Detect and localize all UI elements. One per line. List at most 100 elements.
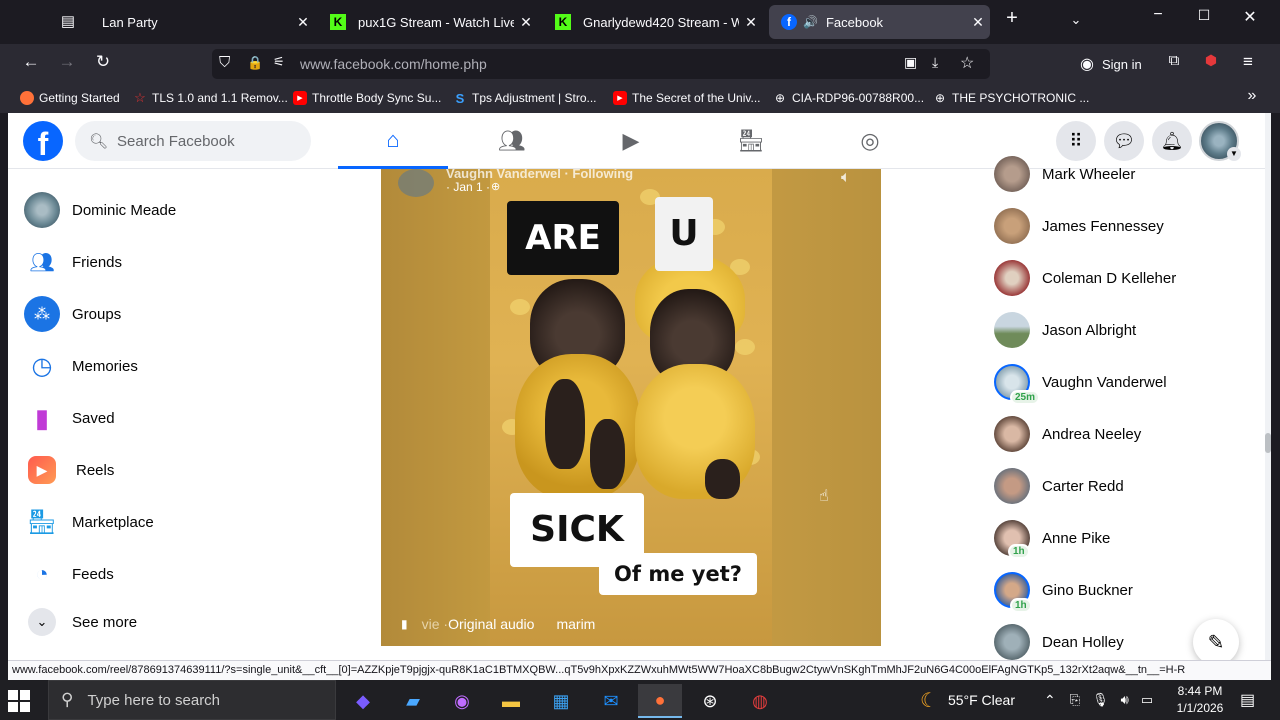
weather-widget[interactable]: ☾ 55°F Clear — [920, 680, 1015, 720]
network-icon[interactable]: ⎘ — [1070, 692, 1080, 708]
facebook-search-input[interactable]: 🔍︎ Search Facebook — [75, 121, 311, 161]
back-icon[interactable]: ← — [19, 52, 43, 72]
extensions-icon[interactable]: ⧉ — [1162, 52, 1186, 69]
permissions-icon[interactable]: ⚟ — [273, 54, 285, 70]
link-status-url: www.facebook.com/reel/878691374639111/?s… — [8, 660, 1271, 680]
steam-icon[interactable]: ⊛ — [688, 684, 732, 718]
bookmark-cia-rdp[interactable]: ⊕ CIA-RDP96-00788R00... — [773, 91, 924, 105]
more-bookmarks-icon[interactable]: » — [1240, 87, 1264, 105]
chat-app-icon[interactable]: ◉ — [440, 684, 484, 718]
contact-item[interactable]: Jason Albright — [991, 304, 1251, 356]
bookmark-tps-adjustment[interactable]: S Tps Adjustment | Stro... — [453, 91, 597, 106]
nav-video[interactable]: ▶ — [576, 113, 686, 169]
outlook-icon[interactable]: ✉ — [589, 684, 633, 718]
contact-avatar: 1h — [994, 572, 1032, 613]
close-tab-icon[interactable]: ✕ — [739, 14, 763, 31]
contact-item[interactable]: 1h Gino Buckner — [991, 564, 1251, 616]
contact-item[interactable]: Andrea Neeley — [991, 408, 1251, 460]
nav-marketplace[interactable]: 🏪︎ — [696, 113, 806, 169]
left-nav-saved[interactable]: ▮ Saved — [16, 392, 336, 444]
sign-in-button[interactable]: ◉ Sign in — [1080, 51, 1142, 77]
volume-icon[interactable]: 🔊︎ — [1121, 692, 1129, 708]
left-nav-friends[interactable]: 👥︎ Friends — [16, 236, 336, 288]
scrollbar-thumb[interactable] — [1265, 433, 1271, 453]
reader-view-icon[interactable]: ▣ — [904, 54, 917, 71]
windows-start-icon[interactable] — [8, 690, 30, 712]
file-explorer-icon[interactable]: ▬ — [489, 684, 533, 718]
compose-icon: ✎ — [1207, 631, 1225, 654]
bookmark-psychotronic[interactable]: ⊕ THE PSYCHOTRONIC ... — [933, 91, 1089, 105]
speaker-icon[interactable]: 🔊 — [803, 15, 818, 29]
groups-icon: ◎ — [860, 128, 880, 153]
new-tab-icon[interactable]: + — [997, 7, 1027, 30]
address-bar[interactable]: ⛉ 🔒 ⚟ www.facebook.com/home.php ▣ ⤓ ☆ — [212, 49, 990, 79]
list-tabs-icon[interactable]: ⌄ — [1061, 12, 1091, 28]
nav-home[interactable]: ⌂ — [338, 113, 448, 169]
new-message-button[interactable]: ✎ — [1193, 619, 1239, 660]
chevron-up-icon[interactable]: ⌃ — [1044, 692, 1056, 709]
save-to-pocket-icon[interactable]: ⤓ — [932, 54, 938, 71]
firefox-taskbar-icon[interactable]: ● — [638, 684, 682, 718]
tab-lan-party[interactable]: Lan Party ✕ — [90, 5, 315, 39]
maximize-icon[interactable]: ☐ — [1189, 7, 1219, 24]
microsoft-store-icon[interactable]: ▦ — [539, 684, 583, 718]
reload-icon[interactable]: ↻ — [91, 52, 115, 72]
bookmark-tls[interactable]: ☆ TLS 1.0 and 1.1 Remov... — [133, 90, 288, 105]
taskbar-clock[interactable]: 8:44 PM 1/1/2026 — [1165, 683, 1235, 717]
microphone-icon[interactable]: 🎙︎ — [1092, 692, 1109, 708]
ublock-icon[interactable]: ⬢ — [1199, 52, 1223, 69]
contact-name: Mark Wheeler — [1042, 165, 1136, 183]
contact-item[interactable]: Carter Redd — [991, 460, 1251, 512]
weather-text: 55°F Clear — [947, 692, 1016, 708]
bookmark-star-icon[interactable]: ☆ — [960, 53, 974, 73]
tab-title: Facebook — [825, 14, 884, 30]
bookmark-secret-universe[interactable]: ▶ The Secret of the Univ... — [613, 91, 761, 105]
close-window-icon[interactable]: ✕ — [1235, 7, 1265, 27]
minimize-icon[interactable]: − — [1143, 6, 1173, 24]
volume-icon[interactable]: 🔈︎ — [841, 169, 851, 187]
shield-icon[interactable]: ⛉ — [219, 54, 230, 71]
bookmark-getting-started[interactable]: Getting Started — [20, 91, 120, 105]
caption-are: ARE — [507, 201, 619, 275]
forward-icon[interactable]: → — [55, 52, 79, 72]
facebook-logo[interactable]: f — [23, 121, 63, 161]
gorilla-arm-left — [545, 379, 585, 469]
tab-facebook[interactable]: f 🔊 Facebook ✕ — [769, 5, 990, 39]
tab-gnarlydewd-stream[interactable]: K Gnarlydewd420 Stream - Watch ✕ — [543, 5, 763, 39]
media-app-icon[interactable]: ◍ — [738, 684, 782, 718]
contact-item[interactable]: 25m Vaughn Vanderwel — [991, 356, 1251, 408]
post-author-avatar[interactable] — [398, 169, 434, 197]
feed-post-reel[interactable]: Vaughn Vanderwel · Following · Jan 1 · ⊕… — [381, 169, 881, 646]
contact-item[interactable]: Coleman D Kelleher — [991, 252, 1251, 304]
menu-icon[interactable]: ≡ — [1236, 52, 1260, 72]
left-nav-feeds[interactable]: ◔ Feeds — [16, 548, 336, 600]
left-nav-see-more[interactable]: ⌄ See more — [16, 596, 336, 648]
notification-center-icon[interactable]: ▤ — [1240, 680, 1255, 720]
close-tab-icon[interactable]: ✕ — [966, 14, 990, 31]
tab-manager-icon[interactable]: ▤ — [56, 12, 80, 30]
close-tab-icon[interactable]: ✕ — [514, 14, 538, 31]
nav-friends[interactable]: 👥︎ — [457, 113, 567, 169]
close-tab-icon[interactable]: ✕ — [291, 14, 315, 31]
display-icon[interactable]: ▭ — [1141, 692, 1153, 708]
left-nav-marketplace[interactable]: 🏪︎ Marketplace — [16, 496, 336, 548]
post-date[interactable]: · Jan 1 · — [446, 180, 490, 194]
left-nav-memories[interactable]: ◷ Memories — [16, 340, 336, 392]
copilot-icon[interactable]: ◆ — [341, 684, 385, 718]
bookmark-throttle-body[interactable]: ▶ Throttle Body Sync Su... — [293, 91, 441, 105]
page-scrollbar[interactable] — [1265, 113, 1271, 660]
taskbar-search-input[interactable]: ⚲ Type here to search — [48, 680, 336, 720]
reel-audio[interactable]: ▮ vie · Original audio marim — [401, 616, 595, 632]
lock-icon[interactable]: 🔒 — [247, 55, 263, 71]
contact-item[interactable]: Mark Wheeler — [991, 148, 1251, 200]
task-view-icon[interactable]: ▰ — [391, 684, 435, 718]
browser-nav-bar: ← → ↻ ⛉ 🔒 ⚟ www.facebook.com/home.php ▣ … — [0, 44, 1280, 84]
left-nav-reels[interactable]: ▶ Reels — [16, 444, 336, 496]
left-nav-profile[interactable]: Dominic Meade — [16, 184, 336, 236]
clock-date: 1/1/2026 — [1176, 701, 1224, 715]
nav-groups[interactable]: ◎ — [815, 113, 925, 169]
contact-item[interactable]: 1h Anne Pike — [991, 512, 1251, 564]
left-nav-groups[interactable]: ⁂ Groups — [16, 288, 336, 340]
tab-pux1g-stream[interactable]: K pux1G Stream - Watch Live on K ✕ — [318, 5, 538, 39]
contact-item[interactable]: James Fennessey — [991, 200, 1251, 252]
